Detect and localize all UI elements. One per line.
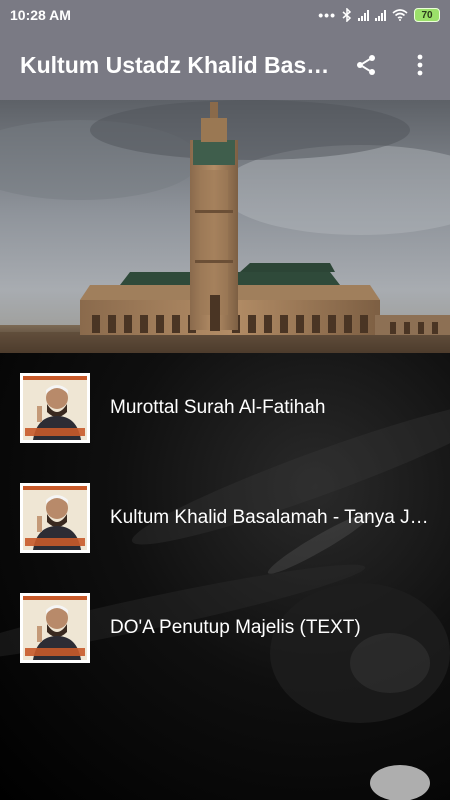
signal-icon (358, 9, 369, 21)
list-item[interactable]: Kultum Khalid Basalamah - Tanya Jawab (0, 463, 450, 573)
more-vert-icon (417, 54, 423, 76)
ustadz-thumbnail (20, 373, 90, 443)
more-dots-icon: ••• (318, 7, 336, 23)
app-bar: Kultum Ustadz Khalid Basalamah (0, 30, 450, 100)
list-item-label: Kultum Khalid Basalamah - Tanya Jawab (110, 507, 430, 528)
banner-image (0, 100, 450, 353)
app-actions (348, 47, 438, 83)
ustadz-thumbnail (20, 483, 90, 553)
wifi-icon (392, 9, 408, 21)
list-item-label: Murottal Surah Al-Fatihah (110, 397, 326, 418)
status-icons: ••• 70 (318, 7, 440, 23)
share-button[interactable] (348, 47, 384, 83)
track-list: Murottal Surah Al-Fatihah Kultum Khalid … (0, 353, 450, 800)
battery-icon: 70 (414, 8, 440, 22)
list-item[interactable]: Murottal Surah Al-Fatihah (0, 353, 450, 463)
list-item[interactable]: DO'A Penutup Majelis (TEXT) (0, 573, 450, 683)
list-item-label: DO'A Penutup Majelis (TEXT) (110, 617, 361, 638)
bluetooth-icon (342, 8, 352, 22)
ustadz-thumbnail (20, 593, 90, 663)
share-icon (357, 55, 375, 75)
more-options-button[interactable] (402, 47, 438, 83)
app-title: Kultum Ustadz Khalid Basalamah (20, 51, 330, 78)
status-bar: 10:28 AM ••• 70 (0, 0, 450, 30)
status-time: 10:28 AM (10, 7, 71, 23)
battery-level: 70 (421, 9, 433, 21)
signal-icon (375, 9, 386, 21)
mosque-photo (0, 100, 450, 353)
